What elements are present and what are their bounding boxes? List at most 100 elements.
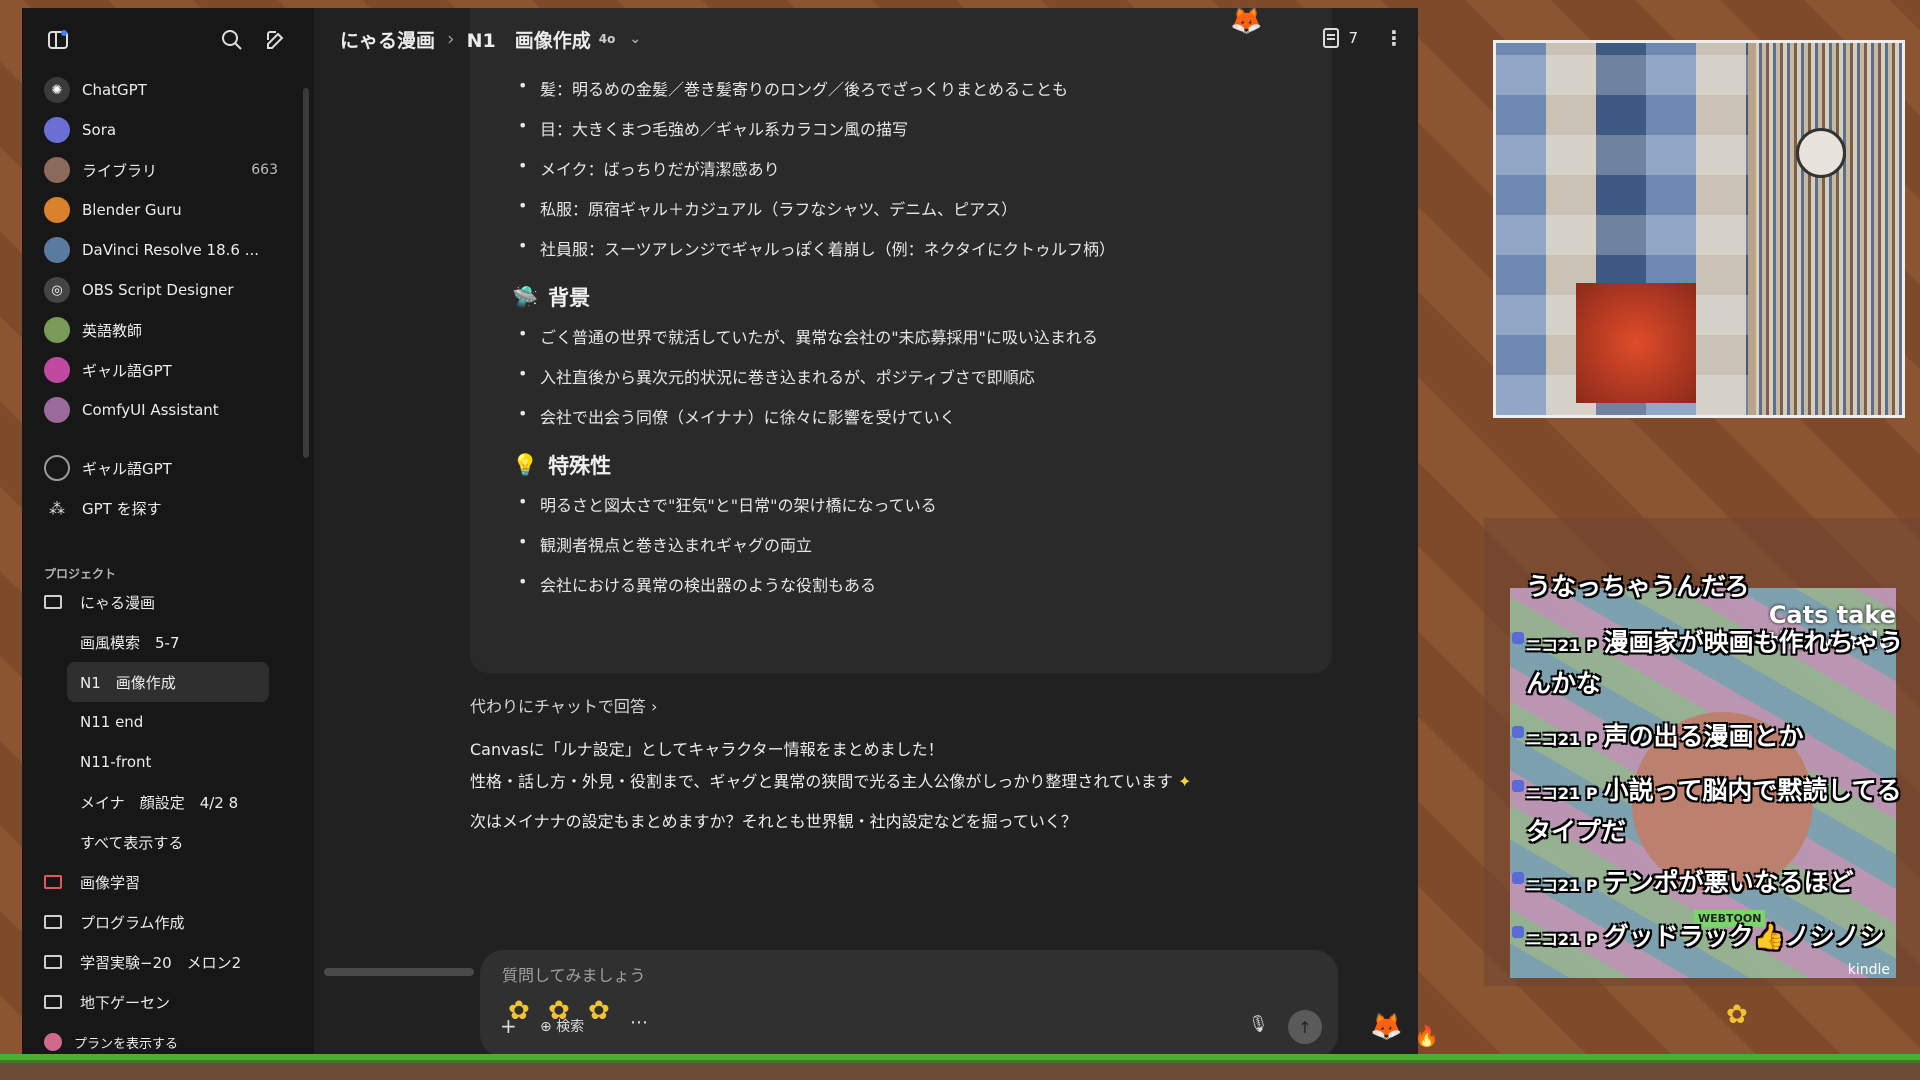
assistant-message-line: 次はメイナナの設定もまとめますか？それとも世界観・社内設定などを掘っていく？ <box>470 812 1077 831</box>
sidebar-item-english-teacher[interactable]: 英語教師 <box>22 310 314 350</box>
view-plans-button[interactable]: プランを表示する <box>22 1022 314 1058</box>
sidebar-item-label: GPT を探す <box>82 499 162 518</box>
document-icon <box>1323 28 1340 48</box>
user-badge-icon <box>1512 780 1524 792</box>
chat-message: ニコ21 P 小説って脳内で黙読してるタイプだ <box>1512 772 1906 851</box>
user-badge-icon <box>1512 872 1524 884</box>
canvas-bullet: 社員服：スーツアレンジでギャルっぽく着崩し（例：ネクタイにクトゥルフ柄） <box>518 236 1115 260</box>
reply-link-label: 代わりにチャットで回答 <box>470 697 646 716</box>
project-image-learning[interactable]: 画像学習 <box>22 862 314 902</box>
chat-text: テンポが悪いなるほど <box>1603 868 1854 897</box>
library-count: 663 <box>251 162 278 178</box>
sidebar-item-sora[interactable]: Sora <box>22 110 314 150</box>
canvas-bullet: 目：大きくまつ毛強め／ギャル系カラコン風の描写 <box>518 116 908 140</box>
projects-heading: プロジェクト <box>44 567 117 581</box>
chevron-down-icon[interactable]: ⌄ <box>629 31 641 47</box>
english-teacher-icon <box>44 317 70 343</box>
project-program[interactable]: プログラム作成 <box>22 902 314 942</box>
section-heading-background: 🛸 背景 <box>512 282 590 312</box>
canvas-bullet: 私服：原宿ギャル＋カジュアル（ラフなシャツ、デニム、ピアス） <box>518 196 1017 220</box>
chatgpt-window: ✺ ChatGPT Sora ライブラリ 663 Blender Guru DaVi… <box>22 8 1418 1058</box>
project-experiment[interactable]: 学習実験−20 メロン2 <box>22 942 314 982</box>
canvas-bullet: 入社直後から異次元的状況に巻き込まれるが、ポジティブさで即順応 <box>518 364 1035 388</box>
show-all-button[interactable]: すべて表示する <box>22 822 314 862</box>
canvas-bullet: 観測者視点と巻き込まれギャグの両立 <box>518 532 812 556</box>
sidebar-item-label: ChatGPT <box>82 81 147 99</box>
openai-logo-icon: ✺ <box>44 77 70 103</box>
sidebar-item-explore-gpts[interactable]: ⁂ GPT を探す <box>22 488 314 528</box>
more-options-icon[interactable]: ⋮ <box>1384 26 1404 50</box>
fire-icon: 🔥 <box>1414 1024 1439 1048</box>
webcam-feed <box>1493 40 1905 418</box>
canvas-bullet: メイク：ばっちりだが清潔感あり <box>518 156 780 180</box>
project-arcade[interactable]: 地下ゲーセン <box>22 982 314 1022</box>
sidebar-list: ✺ ChatGPT Sora ライブラリ 663 Blender Guru DaVi… <box>22 70 314 1058</box>
sidebar-item-blender-guru[interactable]: Blender Guru <box>22 190 314 230</box>
section-heading-traits: 💡 特殊性 <box>512 450 611 480</box>
sidebar-item-chatgpt[interactable]: ✺ ChatGPT <box>22 70 314 110</box>
sidebar-item-comfyui[interactable]: ComfyUI Assistant <box>22 390 314 430</box>
stream-chat-overlay: Cats take the world WEBTOON kindle うなっちゃう… <box>1484 518 1920 986</box>
project-label: 地下ゲーセン <box>80 993 171 1012</box>
project-chat-item[interactable]: N11-front <box>22 742 314 782</box>
project-chat-item[interactable]: 画風模索 5-7 <box>22 622 314 662</box>
canvas-panel: 髪：明るめの金髪／巻き髪寄りのロング／後ろでざっくりまとめることも 目：大きくま… <box>470 8 1332 673</box>
project-chat-item[interactable]: N11 end <box>22 702 314 742</box>
sidebar-item-obs[interactable]: ◎ OBS Script Designer <box>22 270 314 310</box>
plan-icon <box>44 1033 62 1051</box>
sidebar-item-label: ギャル語GPT <box>82 361 172 380</box>
project-chat-item[interactable]: メイナ 顔設定 4/2 8 <box>22 782 314 822</box>
more-tools-icon[interactable]: ⋯ <box>630 1012 648 1033</box>
sidebar-item-label: DaVinci Resolve 18.6 ... <box>82 241 260 259</box>
sidebar-item-gal-gpt-2[interactable]: ギャル語GPT <box>22 448 314 488</box>
chat-message: ニコ21 P 声の出る漫画とか <box>1512 718 1906 759</box>
folder-icon <box>44 995 62 1009</box>
horizontal-scrollbar[interactable] <box>324 968 474 976</box>
user-badge-icon <box>1512 926 1524 938</box>
breadcrumb-chat[interactable]: N1 画像作成 <box>467 26 591 53</box>
canvas-bullet: 髪：明るめの金髪／巻き髪寄りのロング／後ろでざっくりまとめることも <box>518 76 1068 100</box>
main-area: 髪：明るめの金髪／巻き髪寄りのロング／後ろでざっくりまとめることも 目：大きくま… <box>314 8 1418 1058</box>
sidebar-item-label: Sora <box>82 121 117 139</box>
sidebar-item-label: ComfyUI Assistant <box>82 401 219 419</box>
new-chat-icon[interactable] <box>262 26 290 54</box>
sunflower-icon: ✿ <box>508 996 530 1026</box>
project-chat-item-active[interactable]: N1 画像作成 <box>67 662 269 702</box>
sora-icon <box>44 117 70 143</box>
arrow-up-icon: ↑ <box>1298 1017 1312 1037</box>
canvas-bullet: 会社で出会う同僚（メイナナ）に徐々に影響を受けていく <box>518 404 956 428</box>
chat-user: ニコ21 P <box>1526 730 1598 749</box>
davinci-icon <box>44 237 70 263</box>
sidebar-item-gal-gpt[interactable]: ギャル語GPT <box>22 350 314 390</box>
microphone-icon[interactable]: 🎙 <box>1248 1014 1268 1033</box>
lightbulb-icon: 💡 <box>512 452 539 477</box>
sidebar-item-library[interactable]: ライブラリ 663 <box>22 150 314 190</box>
chat-text: 声の出る漫画とか <box>1603 722 1804 751</box>
project-label: 学習実験−20 メロン2 <box>80 953 242 972</box>
send-button[interactable]: ↑ <box>1288 1010 1322 1044</box>
chat-user: ニコ21 P <box>1526 784 1598 803</box>
kindle-label: kindle <box>1847 962 1890 978</box>
breadcrumb-project[interactable]: にゃる漫画 <box>340 26 435 53</box>
search-icon[interactable] <box>218 26 246 54</box>
prompt-input[interactable] <box>502 966 1202 985</box>
reply-in-chat-link[interactable]: 代わりにチャットで回答 › <box>470 693 657 717</box>
project-chat-label: N11-front <box>80 753 152 771</box>
model-label[interactable]: 4o <box>599 32 616 46</box>
folder-icon <box>44 955 62 969</box>
dragon-poster <box>1576 283 1696 403</box>
plan-label: プランを表示する <box>74 1036 179 1052</box>
canvas-docs-button[interactable]: 7 <box>1322 28 1358 48</box>
show-all-label: すべて表示する <box>80 833 184 852</box>
canvas-bullet: 明るさと図太さで"狂気"と"日常"の架け橋になっている <box>518 492 937 516</box>
user-badge-icon <box>1512 726 1524 738</box>
sidebar-scrollbar[interactable] <box>303 88 309 458</box>
sidebar-item-davinci[interactable]: DaVinci Resolve 18.6 ... <box>22 230 314 270</box>
chevron-right-icon: › <box>650 697 658 716</box>
folder-icon <box>44 915 62 929</box>
project-nyaru-manga[interactable]: にゃる漫画 <box>22 582 314 622</box>
sidebar-toggle-icon[interactable] <box>44 26 72 54</box>
sidebar-item-label: 英語教師 <box>82 321 143 340</box>
library-icon <box>44 157 70 183</box>
section-title: 背景 <box>548 286 591 310</box>
